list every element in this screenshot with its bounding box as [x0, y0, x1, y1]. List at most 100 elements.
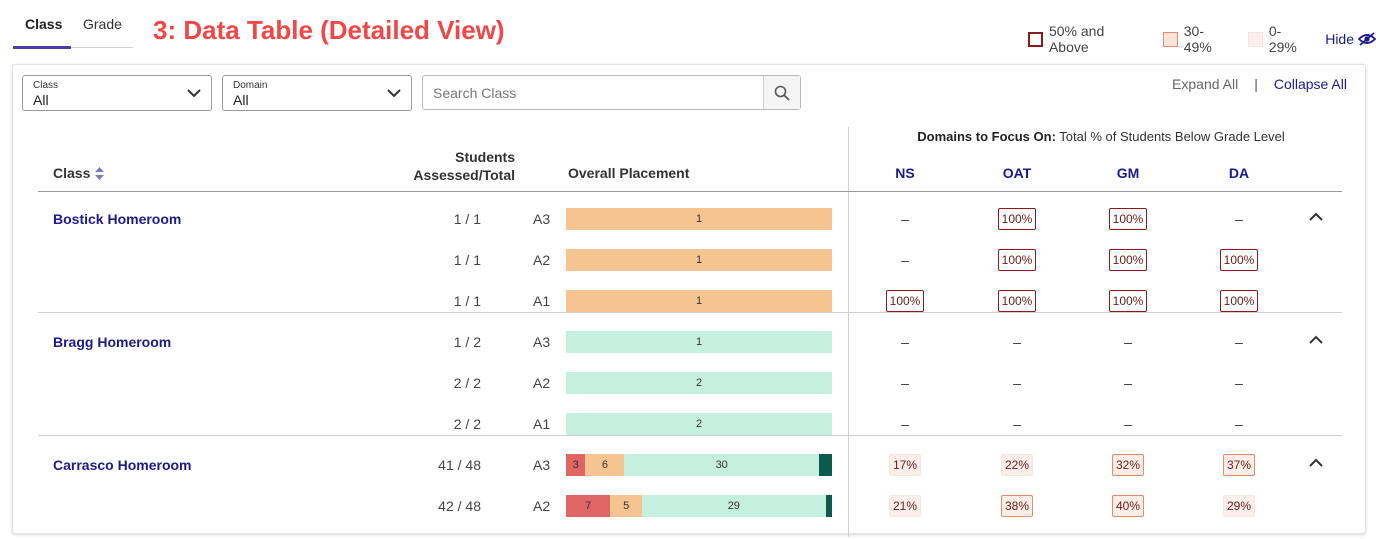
percent-badge: 38%	[1000, 495, 1034, 517]
empty-dash: –	[1013, 375, 1021, 391]
chevron-up-icon	[1309, 458, 1323, 467]
domain-header-gm: GM	[1116, 165, 1140, 181]
empty-dash: –	[901, 211, 909, 227]
percent-badge: 21%	[888, 495, 922, 517]
domain-cell-oat: 38%	[987, 494, 1047, 518]
hide-label: Hide	[1325, 31, 1354, 47]
controls-separator: |	[1254, 76, 1258, 92]
placement-segment-red: 7	[566, 495, 611, 517]
group-divider	[38, 435, 1342, 436]
empty-dash: –	[1124, 416, 1132, 432]
class-column-header[interactable]: Class	[53, 165, 105, 181]
placement-segment-dark	[825, 495, 832, 517]
domain-cell-ns: 100%	[875, 289, 935, 313]
domain-cell-da: 29%	[1209, 494, 1269, 518]
active-tab-indicator	[13, 46, 71, 49]
placement-segment-green: 30	[624, 454, 819, 476]
class-name-link[interactable]: Bostick Homeroom	[53, 211, 181, 227]
empty-dash: –	[901, 416, 909, 432]
domain-cell-gm: –	[1098, 371, 1158, 395]
empty-dash: –	[901, 252, 909, 268]
page-heading: 3: Data Table (Detailed View)	[153, 15, 505, 45]
students-count: 1 / 1	[453, 252, 481, 268]
empty-dash: –	[1124, 334, 1132, 350]
domain-cell-gm: 32%	[1098, 453, 1158, 477]
placement-segment-dark	[819, 454, 832, 476]
chevron-down-icon	[187, 89, 201, 98]
table-row: 1 / 1 A1 1 100% 100% 100% 100%	[13, 290, 1367, 334]
students-count: 1 / 1	[453, 293, 481, 309]
domain-cell-oat: –	[987, 330, 1047, 354]
collapse-group-button[interactable]	[1309, 455, 1323, 473]
chevron-up-icon	[1309, 335, 1323, 344]
empty-dash: –	[901, 334, 909, 350]
data-table-card: Class All Domain All Expand All | Collap…	[12, 64, 1367, 537]
header-divider	[38, 191, 1342, 192]
placement-level: A3	[533, 457, 551, 473]
domain-cell-da: 100%	[1209, 289, 1269, 313]
empty-dash: –	[1013, 334, 1021, 350]
tab-class[interactable]: Class	[25, 16, 62, 32]
hide-legend-button[interactable]: Hide	[1325, 31, 1376, 47]
legend-low-swatch	[1247, 31, 1263, 47]
percent-badge: 32%	[1111, 454, 1145, 476]
domain-header-da: DA	[1228, 165, 1250, 181]
domain-cell-oat: –	[987, 371, 1047, 395]
placement-level: A1	[533, 293, 551, 309]
placement-segment-orange: 1	[566, 290, 832, 312]
domains-title: Domains to Focus On: Total % of Students…	[849, 129, 1353, 144]
table-row: Carrasco Homeroom 41 / 48 A3 3 6 30 17% 22% 32% 3…	[13, 454, 1367, 498]
table-row: 2 / 2 A1 2 – – – –	[13, 413, 1367, 457]
placement-bar: 2	[566, 413, 832, 435]
percent-badge: 100%	[885, 290, 925, 312]
legend-high: 50% and Above	[1028, 23, 1147, 55]
placement-bar: 1	[566, 208, 832, 230]
percent-badge: 17%	[888, 454, 922, 476]
domain-cell-oat: 100%	[987, 248, 1047, 272]
table-row: 42 / 48 A2 7 5 29 21% 38% 40% 29%	[13, 495, 1367, 539]
domain-cell-ns: –	[875, 207, 935, 231]
collapse-group-button[interactable]	[1309, 332, 1323, 350]
percent-badge: 40%	[1111, 495, 1145, 517]
placement-segment-green: 2	[566, 413, 832, 435]
placement-segment-orange: 1	[566, 249, 832, 271]
class-name-link[interactable]: Carrasco Homeroom	[53, 457, 192, 473]
search-class-input[interactable]	[423, 76, 763, 109]
domain-cell-gm: –	[1098, 330, 1158, 354]
students-count: 2 / 2	[453, 375, 481, 391]
legend-mid-swatch	[1162, 31, 1178, 47]
domain-header-ns: NS	[895, 165, 915, 181]
domain-cell-da: –	[1209, 371, 1269, 395]
expand-all-link[interactable]: Expand All	[1172, 76, 1238, 92]
legend-low: 0-29%	[1247, 23, 1309, 55]
expand-collapse-controls: Expand All | Collapse All	[1172, 76, 1347, 92]
table-row: 2 / 2 A2 2 – – – –	[13, 372, 1367, 416]
collapse-group-button[interactable]	[1309, 209, 1323, 227]
search-button[interactable]	[763, 76, 800, 109]
domain-cell-oat: 100%	[987, 207, 1047, 231]
domain-cell-ns: –	[875, 412, 935, 436]
view-tabs: Class Grade	[13, 0, 133, 49]
tab-grade[interactable]: Grade	[83, 16, 122, 32]
percent-badge: 100%	[997, 249, 1037, 271]
percent-badge: 100%	[1219, 249, 1259, 271]
class-name-link[interactable]: Bragg Homeroom	[53, 334, 171, 350]
class-filter-select[interactable]: Class All	[22, 75, 212, 111]
legend: 50% and Above 30-49% 0-29% Hide	[1028, 23, 1376, 55]
domain-cell-ns: 21%	[875, 494, 935, 518]
students-count: 41 / 48	[438, 457, 481, 473]
domain-cell-da: 100%	[1209, 248, 1269, 272]
students-header-line2: Assessed/Total	[413, 167, 515, 183]
domain-cell-oat: 22%	[987, 453, 1047, 477]
percent-badge: 22%	[1000, 454, 1034, 476]
placement-level: A2	[533, 498, 551, 514]
empty-dash: –	[1235, 334, 1243, 350]
class-column-label: Class	[53, 165, 91, 181]
class-filter-caption: Class	[33, 80, 59, 91]
domain-filter-select[interactable]: Domain All	[222, 75, 412, 111]
placement-level: A3	[533, 334, 551, 350]
domain-cell-da: –	[1209, 330, 1269, 354]
eye-slash-icon	[1358, 32, 1376, 46]
collapse-all-link[interactable]: Collapse All	[1274, 76, 1347, 92]
domain-header-oat: OAT	[1002, 165, 1032, 181]
